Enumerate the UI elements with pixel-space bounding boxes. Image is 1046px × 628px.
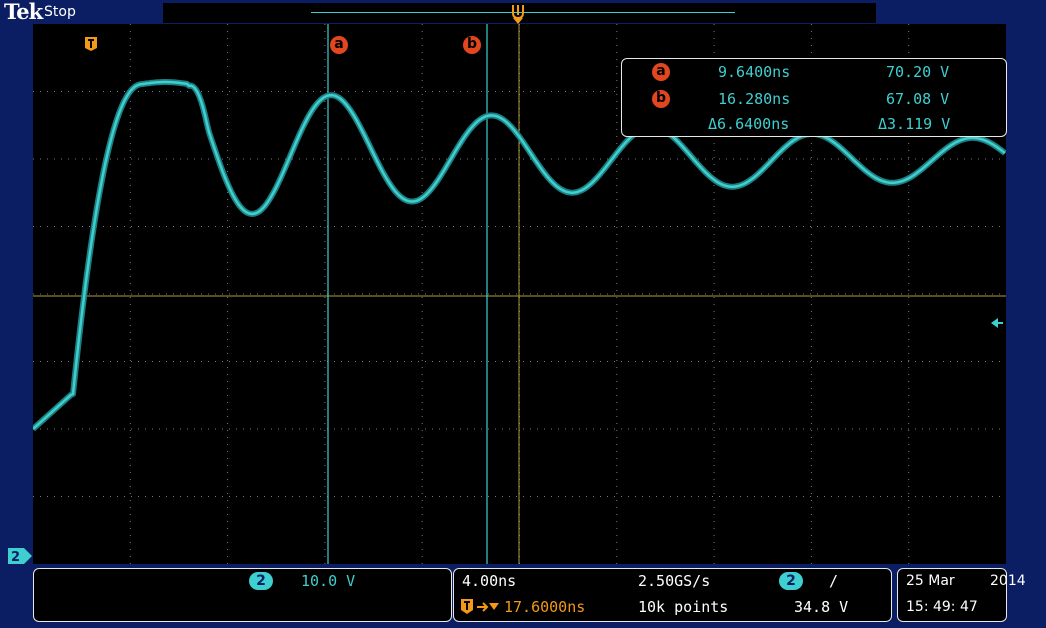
channel-2-badge: 2: [249, 572, 273, 590]
year-label: 2014: [990, 573, 1026, 589]
channel-2-scale: 10.0 V: [301, 572, 356, 590]
date-label: 25 Mar: [906, 573, 955, 589]
acquisition-status: Stop: [44, 4, 76, 20]
trigger-source-badge: 2: [779, 572, 803, 590]
brand-logo: Tek: [4, 0, 43, 24]
trigger-delay-value: 17.6000ns: [504, 598, 586, 616]
channel-2-ground-marker[interactable]: 2: [7, 547, 33, 565]
cursor-b-badge[interactable]: b: [463, 36, 481, 54]
trigger-T-icon: [85, 37, 97, 51]
sample-rate: 2.50GS/s: [638, 572, 711, 590]
readout-b-badge: b: [652, 90, 670, 108]
cursor-delta-value: Δ3.119 V: [878, 115, 951, 133]
cursor-a-time: 9.6400ns: [718, 63, 791, 81]
trigger-slope: /: [829, 572, 839, 590]
readout-a-badge: a: [652, 63, 670, 81]
trigger-delay-icon: [461, 599, 499, 614]
record-length: 10k points: [638, 598, 729, 616]
cursor-b-value: 67.08 V: [886, 90, 950, 108]
cursor-a-badge[interactable]: a: [330, 36, 348, 54]
cursor-delta-time: Δ6.6400ns: [708, 115, 790, 133]
time-label: 15: 49: 47: [906, 599, 978, 615]
channel-settings-panel[interactable]: 2 10.0 V: [33, 568, 452, 622]
channel-2-ground-label: 2: [11, 550, 20, 565]
timebase-panel[interactable]: 4.00ns 2.50GS/s 2 / 17.6000ns 10k points…: [453, 568, 892, 622]
cursor-b-time: 16.280ns: [718, 90, 791, 108]
horizontal-scale: 4.00ns: [462, 572, 517, 590]
trigger-level-arrow-icon[interactable]: [990, 316, 1004, 330]
cursor-readout-panel: a 9.6400ns 70.20 V b 16.280ns 67.08 V Δ6…: [621, 58, 1007, 137]
cursor-a-value: 70.20 V: [886, 63, 950, 81]
datetime-panel: 25 Mar 2014 15: 49: 47: [897, 568, 1026, 622]
trigger-level: 34.8 V: [794, 598, 849, 616]
trigger-position-icon[interactable]: [511, 4, 525, 24]
